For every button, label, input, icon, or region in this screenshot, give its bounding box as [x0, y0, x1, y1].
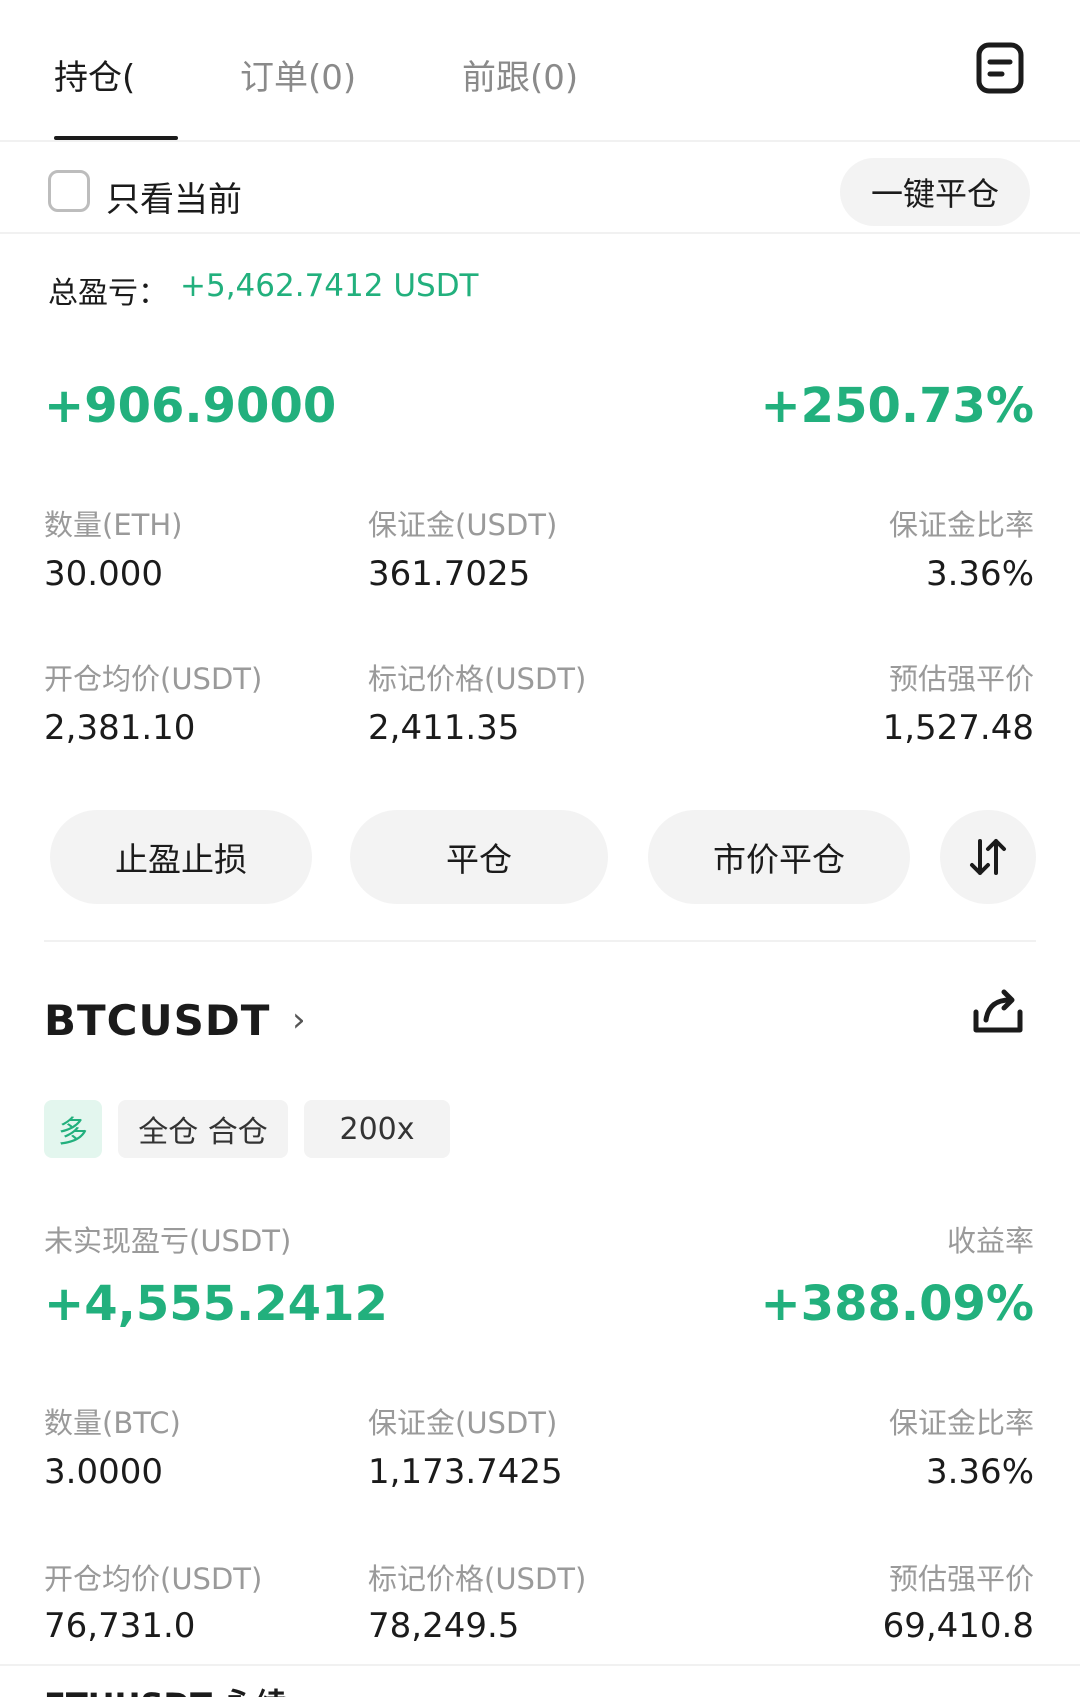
- eth-unrealized-pnl: +906.9000: [44, 378, 337, 434]
- filter-divider: [0, 232, 1080, 234]
- btc-margin-ratio-label: 保证金比率: [888, 1406, 1034, 1440]
- eth-margin-value: 361.7025: [368, 554, 531, 594]
- eth-entry-price-value: 2,381.10: [44, 708, 196, 748]
- total-pnl-label: 总盈亏：: [48, 276, 168, 311]
- eth-margin-ratio-value: 3.36%: [925, 554, 1034, 594]
- tab-orders[interactable]: 订单(0): [240, 50, 356, 99]
- btc-roi: +388.09%: [760, 1276, 1034, 1332]
- bottom-divider: [0, 1664, 1080, 1666]
- btc-pnl-label: 未实现盈亏(USDT): [44, 1224, 292, 1258]
- btc-liq-price-label: 预估强平价: [888, 1562, 1034, 1596]
- tp-sl-button[interactable]: 止盈止损: [50, 810, 312, 904]
- tabs-divider: [0, 140, 1080, 142]
- btc-symbol[interactable]: BTCUSDT: [44, 996, 270, 1045]
- eth-liq-price-value: 1,527.48: [882, 708, 1034, 748]
- btc-qty-label: 数量(BTC): [44, 1406, 181, 1440]
- swap-arrows-icon: [970, 839, 1006, 875]
- share-button[interactable]: [970, 982, 1026, 1038]
- eth-margin-label: 保证金(USDT): [368, 508, 558, 542]
- eth-entry-price-label: 开仓均价(USDT): [44, 662, 263, 696]
- leverage-tag[interactable]: 200x: [304, 1100, 450, 1158]
- total-pnl-value: +5,462.7412 USDT: [180, 268, 479, 304]
- close-position-button[interactable]: 平仓: [350, 810, 608, 904]
- btc-roi-label: 收益率: [946, 1224, 1034, 1258]
- btc-margin-ratio-value: 3.36%: [925, 1452, 1034, 1492]
- share-icon: [973, 989, 1023, 1033]
- notes-button[interactable]: [976, 42, 1024, 94]
- btc-unrealized-pnl: +4,555.2412: [44, 1276, 388, 1332]
- btc-margin-label: 保证金(USDT): [368, 1406, 558, 1440]
- eth-roi: +250.73%: [760, 378, 1034, 434]
- tab-positions[interactable]: 持仓(: [54, 50, 135, 99]
- market-close-button[interactable]: 市价平仓: [648, 810, 910, 904]
- side-tag: 多: [44, 1100, 102, 1158]
- btc-mark-price-value: 78,249.5: [368, 1606, 520, 1646]
- eth-liq-price-label: 预估强平价: [888, 662, 1034, 696]
- btc-entry-price-value: 76,731.0: [44, 1606, 196, 1646]
- btc-margin-value: 1,173.7425: [368, 1452, 563, 1492]
- only-current-checkbox[interactable]: [48, 170, 90, 212]
- next-position-symbol[interactable]: ETHUSDT 永续: [44, 1680, 287, 1697]
- btc-entry-price-label: 开仓均价(USDT): [44, 1562, 263, 1596]
- eth-qty-value: 30.000: [44, 554, 163, 594]
- btc-liq-price-value: 69,410.8: [882, 1606, 1034, 1646]
- close-all-button[interactable]: 一键平仓: [840, 158, 1030, 226]
- eth-margin-ratio-label: 保证金比率: [888, 508, 1034, 542]
- only-current-label: 只看当前: [106, 180, 242, 220]
- margin-mode-tag[interactable]: 全仓 合仓: [118, 1100, 288, 1158]
- btc-qty-value: 3.0000: [44, 1452, 163, 1492]
- btc-mark-price-label: 标记价格(USDT): [368, 1562, 587, 1596]
- eth-mark-price-label: 标记价格(USDT): [368, 662, 587, 696]
- eth-qty-label: 数量(ETH): [44, 508, 183, 542]
- position-divider: [44, 940, 1036, 942]
- reverse-position-button[interactable]: [940, 810, 1036, 904]
- eth-mark-price-value: 2,411.35: [368, 708, 520, 748]
- tab-copy-trades[interactable]: 前跟(0): [462, 50, 578, 99]
- chevron-right-icon[interactable]: ›: [292, 1000, 306, 1040]
- document-icon: [976, 42, 1024, 94]
